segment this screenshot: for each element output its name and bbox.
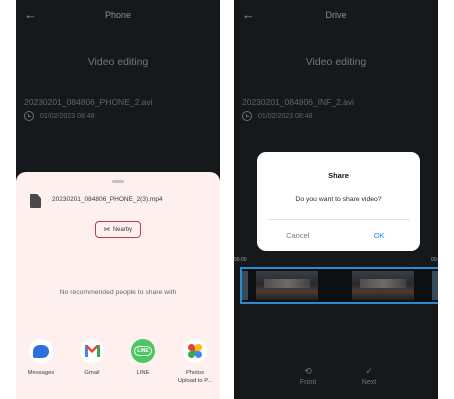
page-title: Phone [104, 10, 132, 20]
no-recommended-people-text: No recommended people to share with [59, 289, 177, 296]
share-app-gmail[interactable]: Gmail [70, 339, 114, 377]
front-label: Front [299, 379, 317, 386]
messages-icon [29, 339, 53, 363]
clock-icon [24, 111, 34, 121]
cancel-button[interactable]: Cancel [257, 231, 339, 240]
date-row: 01/02/2023 08:48 [24, 111, 95, 121]
app-label: Messages [27, 370, 55, 376]
share-sheet: 20230201_084806_PHONE_2(3).mp4 ⋈ Nearby … [16, 172, 220, 399]
ok-button[interactable]: OK [339, 231, 421, 240]
nearby-button[interactable]: ⋈ Nearby [95, 221, 141, 238]
share-dialog: Share Do you want to share video? Cancel… [257, 152, 420, 251]
file-icon [30, 194, 41, 208]
next-label: Next [361, 379, 377, 386]
app-label: Gmail [84, 370, 100, 376]
timeline-frame [256, 271, 318, 300]
next-button[interactable]: ✓ Next [349, 366, 389, 386]
video-info: Video editing 20230201_084806_PHONE_2.av… [16, 40, 220, 160]
video-editing-title: Video editing [305, 56, 367, 68]
date-text: 01/02/2023 08:48 [258, 112, 313, 120]
drag-handle[interactable] [112, 180, 124, 183]
clock-icon [242, 111, 252, 121]
date-text: 01/02/2023 08:48 [40, 112, 95, 120]
video-info: Video editing 20230201_084806_INF_2.avi … [234, 40, 438, 160]
file-name: 20230201_084806_PHONE_2.avi [24, 97, 153, 107]
front-button[interactable]: ⟲ Front [288, 366, 328, 386]
check-icon: ✓ [365, 366, 373, 376]
share-app-line[interactable]: LINE LINE [121, 339, 165, 377]
share-app-messages[interactable]: Messages [19, 339, 63, 377]
divider [267, 219, 410, 220]
app-label: Photos [185, 370, 205, 376]
dialog-message: Do you want to share video? [295, 196, 382, 203]
nearby-label: Nearby [112, 226, 133, 233]
trim-handle-right[interactable] [432, 271, 438, 300]
dialog-title: Share [328, 171, 349, 180]
page-title: Drive [325, 10, 347, 20]
timeline-frame [352, 271, 414, 300]
timeline-start-label: 00:00 [234, 257, 247, 263]
share-apps-row: Messages Gmail LINE LINE Photos Upload t [16, 339, 220, 399]
drive-screen: ← Drive Video editing 20230201_084806_IN… [234, 0, 438, 399]
camera-switch-icon: ⟲ [304, 366, 312, 376]
timeline-end-label: 00: [431, 257, 438, 263]
line-icon: LINE [131, 339, 155, 363]
file-name: 20230201_084806_INF_2.avi [242, 97, 355, 107]
top-bar: ← Drive [234, 0, 438, 32]
share-app-photos[interactable]: Photos Upload to P... [173, 339, 217, 385]
video-editing-title: Video editing [87, 56, 149, 68]
trim-handle-left[interactable] [242, 271, 248, 300]
share-file-name: 20230201_084806_PHONE_2(3).mp4 [52, 196, 163, 203]
date-row: 01/02/2023 08:48 [242, 111, 313, 121]
gmail-icon [80, 339, 104, 363]
app-label: LINE [136, 370, 150, 376]
phone-screen: ← Phone Video editing 20230201_084806_PH… [16, 0, 220, 399]
video-timeline[interactable] [240, 267, 438, 304]
app-sublabel: Upload to P... [177, 378, 213, 384]
photos-icon [183, 339, 207, 363]
nearby-icon: ⋈ [103, 227, 110, 233]
top-bar: ← Phone [16, 0, 220, 32]
bottom-bar: ⟲ Front ✓ Next [234, 366, 438, 396]
